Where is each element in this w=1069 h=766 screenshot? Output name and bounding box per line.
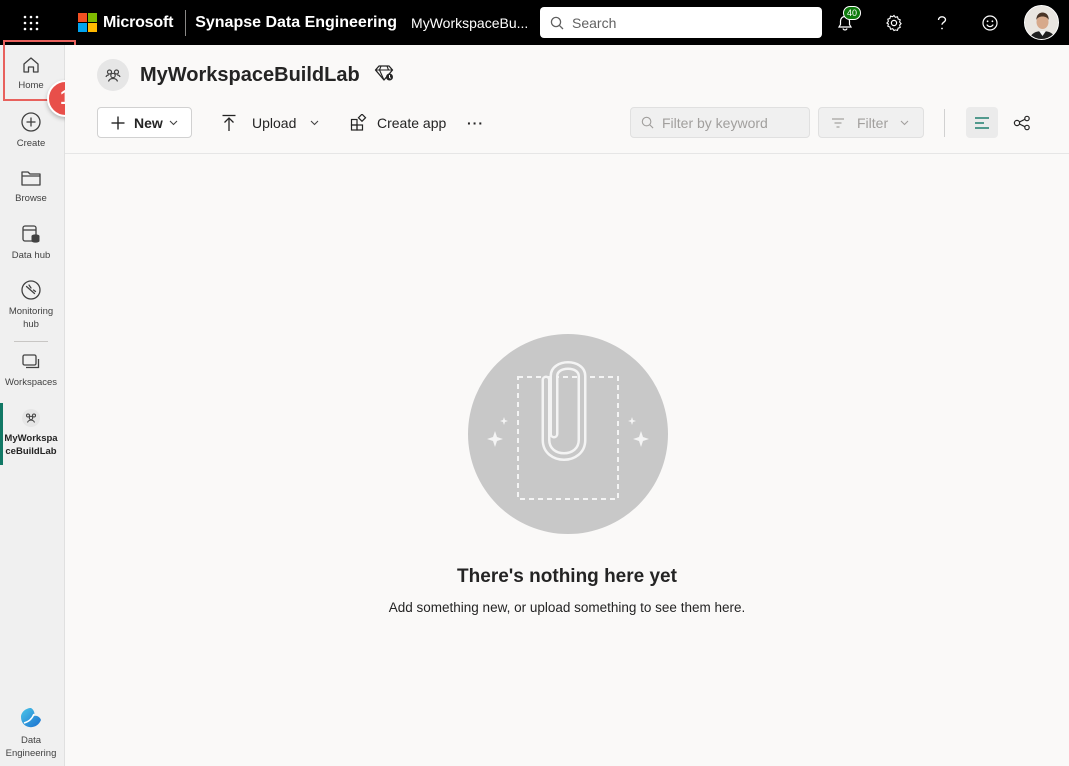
empty-state-subtitle: Add something new, or upload something t… — [388, 600, 746, 615]
nav-experience-label: Data Engineering — [5, 735, 57, 759]
upload-button-label: Upload — [252, 114, 297, 131]
list-view-button[interactable] — [966, 107, 998, 138]
home-icon — [23, 57, 39, 73]
content-divider — [65, 153, 1069, 154]
paperclip-icon — [487, 361, 649, 500]
nav-monitoring-hub-label: Monitoring hub — [8, 306, 54, 330]
nav-browse-label: Browse — [15, 193, 47, 204]
plus-icon — [111, 116, 125, 129]
filter-button-label: Filter — [857, 114, 889, 131]
nav-current-workspace[interactable]: MyWorkspaceBuildLab — [0, 408, 62, 458]
filter-placeholder: Filter by keyword — [662, 114, 768, 131]
brand-name: Microsoft — [103, 13, 174, 31]
feedback-button[interactable] — [974, 7, 1005, 38]
left-nav: Home Create Browse Data hub Monitoring h… — [0, 45, 65, 766]
app-icon — [350, 114, 367, 131]
search-placeholder: Search — [572, 14, 617, 31]
help-button[interactable] — [926, 7, 957, 38]
new-button[interactable]: New — [97, 107, 192, 138]
folder-icon — [21, 171, 41, 186]
microsoft-logo-icon — [78, 13, 97, 32]
data-engineering-logo — [21, 708, 41, 728]
create-app-label: Create app — [377, 114, 447, 131]
nav-workspaces-label: Workspaces — [4, 377, 58, 388]
upload-icon — [222, 114, 236, 131]
app-launcher-button[interactable] — [0, 0, 62, 45]
workspace-people-icon — [22, 409, 40, 427]
brand[interactable]: Microsoft Synapse Data Engineering MyWor… — [62, 0, 531, 45]
top-bar: Microsoft Synapse Data Engineering MyWor… — [0, 0, 1069, 45]
user-avatar[interactable] — [1024, 5, 1059, 40]
chevron-down-icon — [900, 120, 909, 125]
premium-diamond-icon[interactable] — [374, 64, 394, 87]
chevron-down-icon — [310, 120, 319, 125]
workspace-header: MyWorkspaceBuildLab — [97, 59, 394, 91]
create-app-button[interactable]: Create app — [350, 107, 446, 138]
plus-circle-icon — [21, 112, 41, 132]
nav-home-label: Home — [18, 80, 44, 91]
page-title: MyWorkspaceBuildLab — [140, 63, 360, 86]
smiley-icon — [981, 14, 998, 31]
profile-photo-icon — [1025, 6, 1058, 39]
empty-state-illustration — [468, 334, 668, 534]
list-view-icon — [975, 116, 989, 129]
nav-data-hub[interactable]: Data hub — [0, 223, 62, 262]
chevron-down-icon — [169, 120, 178, 125]
nav-data-hub-label: Data hub — [11, 250, 51, 261]
nav-current-workspace-label: MyWorkspaceBuildLab — [4, 433, 58, 457]
workspace-breadcrumb[interactable]: MyWorkspaceBu... — [411, 15, 531, 31]
settings-button[interactable] — [878, 7, 909, 38]
filter-keyword-input[interactable]: Filter by keyword — [630, 107, 810, 138]
nav-workspaces[interactable]: Workspaces — [0, 352, 62, 389]
notification-count-badge: 40 — [843, 6, 862, 20]
filter-icon — [832, 117, 844, 128]
nav-divider — [14, 341, 48, 342]
upload-button[interactable]: Upload — [221, 107, 319, 138]
search-icon — [550, 16, 564, 29]
waffle-icon — [23, 15, 39, 30]
more-options-button[interactable]: ··· — [467, 107, 484, 138]
workspace-icon — [97, 59, 129, 91]
toolbar-divider — [944, 109, 945, 137]
app-name[interactable]: Synapse Data Engineering — [195, 14, 397, 32]
nav-create[interactable]: Create — [0, 111, 62, 150]
gear-icon — [885, 14, 902, 31]
new-button-label: New — [134, 114, 163, 131]
toolbar: New Upload Create app ··· Filter by keyw… — [97, 107, 1037, 138]
empty-state-title: There's nothing here yet — [457, 566, 677, 587]
brand-divider — [185, 9, 187, 36]
nav-browse[interactable]: Browse — [0, 168, 62, 205]
more-icon: ··· — [467, 114, 484, 131]
nav-create-label: Create — [16, 138, 46, 149]
nav-experience-switcher[interactable]: Data Engineering — [0, 706, 62, 760]
nav-monitoring-hub[interactable]: Monitoring hub — [0, 279, 62, 331]
main-content: MyWorkspaceBuildLab New Upload Create ap… — [65, 45, 1069, 766]
notifications-button[interactable]: 40 — [829, 6, 862, 38]
search-icon — [641, 116, 654, 129]
question-icon — [937, 15, 946, 29]
workspaces-icon — [22, 354, 40, 369]
lineage-icon — [1013, 115, 1030, 130]
data-hub-icon — [22, 225, 40, 243]
monitoring-icon — [21, 280, 41, 300]
lineage-view-button[interactable] — [1006, 107, 1038, 138]
filter-button[interactable]: Filter — [818, 107, 924, 138]
search-input[interactable]: Search — [540, 7, 822, 38]
